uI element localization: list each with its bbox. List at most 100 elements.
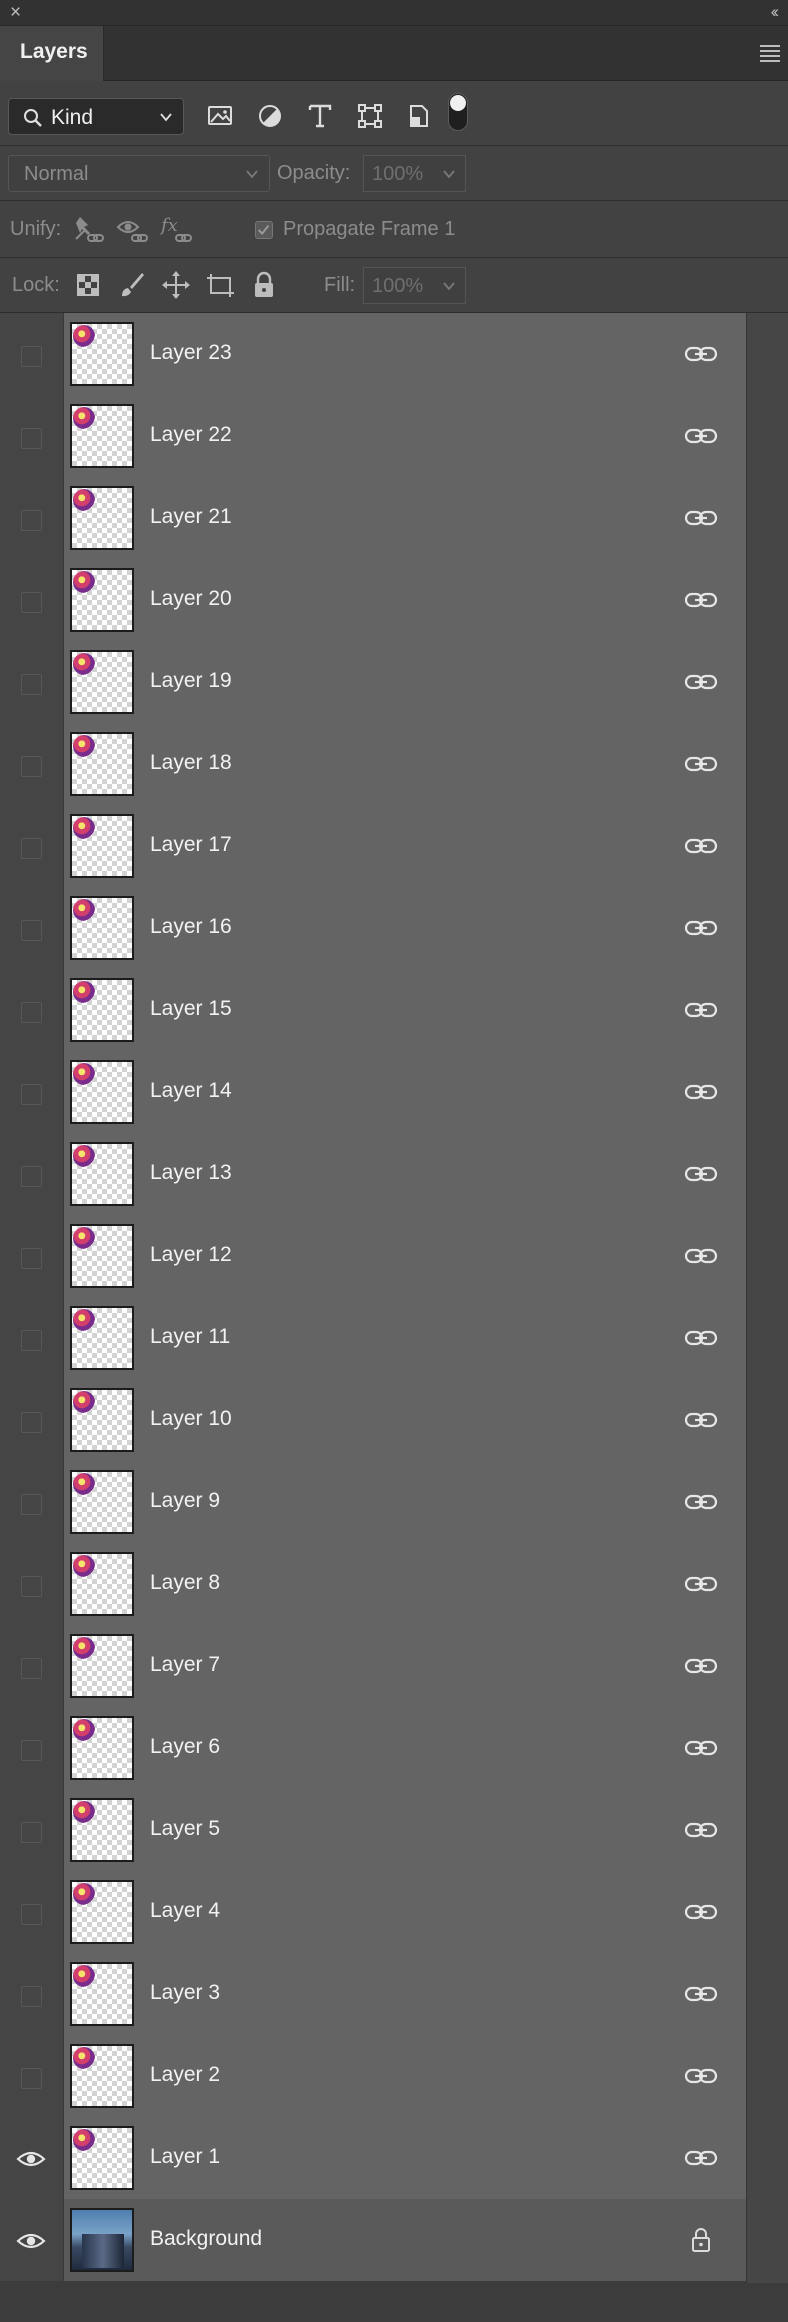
layer-body[interactable]: Layer 1 xyxy=(64,2117,746,2199)
layer-row[interactable]: Layer 16 xyxy=(0,887,746,969)
lock-icon[interactable] xyxy=(690,2227,712,2253)
layer-body[interactable]: Layer 13 xyxy=(64,1133,746,1215)
layer-name[interactable]: Layer 4 xyxy=(150,1899,220,1923)
layer-row[interactable]: Layer 19 xyxy=(0,641,746,723)
layer-name[interactable]: Layer 19 xyxy=(150,669,232,693)
link-icon[interactable] xyxy=(684,343,718,365)
adjustment-filter-icon[interactable] xyxy=(255,98,285,134)
layer-body[interactable]: Layer 10 xyxy=(64,1379,746,1461)
layer-row[interactable]: Layer 20 xyxy=(0,559,746,641)
layer-body[interactable]: Layer 21 xyxy=(64,477,746,559)
fill-input[interactable]: 100% xyxy=(363,267,434,304)
layer-name[interactable]: Layer 20 xyxy=(150,587,232,611)
layer-visibility-toggle[interactable] xyxy=(0,1789,64,1871)
link-icon[interactable] xyxy=(684,1245,718,1267)
layer-visibility-toggle[interactable] xyxy=(0,1379,64,1461)
blend-mode-select[interactable]: Normal xyxy=(8,155,270,192)
close-icon[interactable]: × xyxy=(10,3,21,23)
layer-row[interactable]: Layer 13 xyxy=(0,1133,746,1215)
layer-visibility-toggle[interactable] xyxy=(0,1133,64,1215)
lock-artboard-icon[interactable] xyxy=(204,269,236,301)
layer-visibility-toggle[interactable] xyxy=(0,395,64,477)
lock-position-icon[interactable] xyxy=(160,269,192,301)
layer-visibility-toggle[interactable] xyxy=(0,969,64,1051)
layer-visibility-toggle[interactable] xyxy=(0,2117,64,2199)
layer-visibility-toggle[interactable] xyxy=(0,313,64,395)
layer-visibility-toggle[interactable] xyxy=(0,1215,64,1297)
layer-visibility-toggle[interactable] xyxy=(0,559,64,641)
link-icon[interactable] xyxy=(684,507,718,529)
layer-body[interactable]: Background xyxy=(64,2199,746,2281)
layer-visibility-toggle[interactable] xyxy=(0,723,64,805)
layer-body[interactable]: Layer 8 xyxy=(64,1543,746,1625)
layer-visibility-toggle[interactable] xyxy=(0,1625,64,1707)
layer-body[interactable]: Layer 19 xyxy=(64,641,746,723)
layer-visibility-toggle[interactable] xyxy=(0,1297,64,1379)
unify-style-icon[interactable]: fx xyxy=(160,213,194,247)
smart-object-filter-icon[interactable] xyxy=(403,98,433,134)
link-icon[interactable] xyxy=(684,753,718,775)
layer-name[interactable]: Layer 10 xyxy=(150,1407,232,1431)
link-icon[interactable] xyxy=(684,1491,718,1513)
layer-row[interactable]: Layer 7 xyxy=(0,1625,746,1707)
layer-body[interactable]: Layer 14 xyxy=(64,1051,746,1133)
layer-row[interactable]: Layer 22 xyxy=(0,395,746,477)
hamburger-menu-icon[interactable] xyxy=(760,44,780,62)
layer-row[interactable]: Layer 2 xyxy=(0,2035,746,2117)
layer-name[interactable]: Layer 2 xyxy=(150,2063,220,2087)
layer-name[interactable]: Layer 18 xyxy=(150,751,232,775)
layer-body[interactable]: Layer 22 xyxy=(64,395,746,477)
link-icon[interactable] xyxy=(684,1573,718,1595)
lock-image-pixels-icon[interactable] xyxy=(116,269,148,301)
link-icon[interactable] xyxy=(684,917,718,939)
layer-name[interactable]: Layer 16 xyxy=(150,915,232,939)
layer-visibility-toggle[interactable] xyxy=(0,1461,64,1543)
opacity-slider-button[interactable] xyxy=(433,155,466,192)
layer-body[interactable]: Layer 7 xyxy=(64,1625,746,1707)
layer-row[interactable]: Layer 9 xyxy=(0,1461,746,1543)
layer-body[interactable]: Layer 4 xyxy=(64,1871,746,1953)
link-icon[interactable] xyxy=(684,1409,718,1431)
link-icon[interactable] xyxy=(684,1819,718,1841)
layer-row[interactable]: Layer 15 xyxy=(0,969,746,1051)
layer-name[interactable]: Layer 1 xyxy=(150,2145,220,2169)
filter-toggle-switch[interactable] xyxy=(448,93,468,131)
layer-body[interactable]: Layer 18 xyxy=(64,723,746,805)
layer-name[interactable]: Background xyxy=(150,2227,262,2251)
layer-name[interactable]: Layer 15 xyxy=(150,997,232,1021)
layer-name[interactable]: Layer 23 xyxy=(150,341,232,365)
layer-name[interactable]: Layer 22 xyxy=(150,423,232,447)
layer-name[interactable]: Layer 11 xyxy=(150,1325,230,1349)
layer-name[interactable]: Layer 21 xyxy=(150,505,232,529)
layer-row[interactable]: Background xyxy=(0,2199,746,2281)
layer-visibility-toggle[interactable] xyxy=(0,2199,64,2281)
lock-all-icon[interactable] xyxy=(248,269,280,301)
image-filter-icon[interactable] xyxy=(205,98,235,134)
layer-body[interactable]: Layer 11 xyxy=(64,1297,746,1379)
link-icon[interactable] xyxy=(684,1081,718,1103)
layer-visibility-toggle[interactable] xyxy=(0,805,64,887)
link-icon[interactable] xyxy=(684,2065,718,2087)
layer-row[interactable]: Layer 8 xyxy=(0,1543,746,1625)
layer-visibility-toggle[interactable] xyxy=(0,1953,64,2035)
layer-name[interactable]: Layer 12 xyxy=(150,1243,232,1267)
layer-row[interactable]: Layer 10 xyxy=(0,1379,746,1461)
type-filter-icon[interactable] xyxy=(305,98,335,134)
link-icon[interactable] xyxy=(684,1737,718,1759)
layer-body[interactable]: Layer 17 xyxy=(64,805,746,887)
propagate-frame-checkbox[interactable] xyxy=(255,221,273,239)
layers-scrollbar[interactable] xyxy=(746,313,788,2283)
layer-name[interactable]: Layer 6 xyxy=(150,1735,220,1759)
layer-name[interactable]: Layer 7 xyxy=(150,1653,220,1677)
layer-body[interactable]: Layer 5 xyxy=(64,1789,746,1871)
layer-name[interactable]: Layer 8 xyxy=(150,1571,220,1595)
unify-visibility-icon[interactable] xyxy=(116,213,150,247)
link-icon[interactable] xyxy=(684,1983,718,2005)
link-icon[interactable] xyxy=(684,1901,718,1923)
link-icon[interactable] xyxy=(684,2147,718,2169)
layer-body[interactable]: Layer 23 xyxy=(64,313,746,395)
lock-transparent-pixels-icon[interactable] xyxy=(72,269,104,301)
link-icon[interactable] xyxy=(684,835,718,857)
layer-visibility-toggle[interactable] xyxy=(0,1051,64,1133)
link-icon[interactable] xyxy=(684,1327,718,1349)
